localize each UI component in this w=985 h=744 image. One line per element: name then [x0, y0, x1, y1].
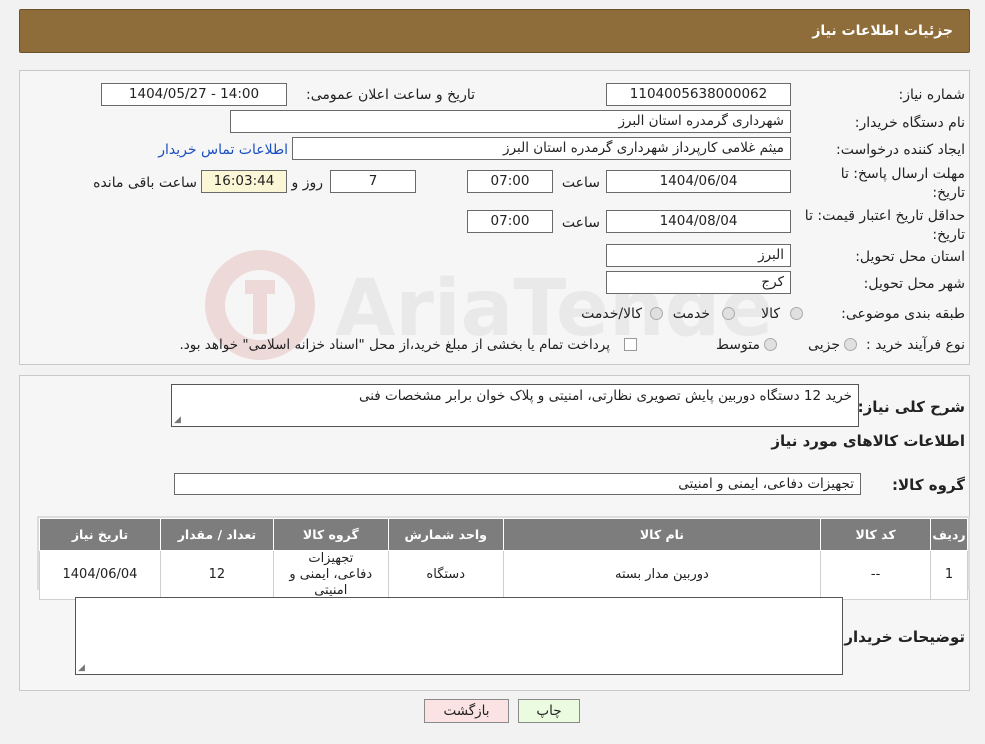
remaining-label: ساعت باقی مانده: [93, 175, 197, 191]
summary-text: خرید 12 دستگاه دوربین پایش تصویری نظارتی…: [358, 388, 852, 404]
validity-label: حداقل تاریخ اعتبار قیمت: تا: [804, 208, 965, 224]
category-both-label: کالا/خدمت: [581, 306, 642, 322]
cell-qty: 12: [159, 550, 274, 600]
treasury-checkbox[interactable]: [624, 338, 637, 351]
table-header-row: ردیف کد کالا نام کالا واحد شمارش گروه کا…: [39, 518, 968, 551]
page-header: جزئیات اطلاعات نیاز: [19, 9, 970, 53]
need-number-label: شماره نیاز:: [898, 87, 966, 103]
back-button[interactable]: بازگشت: [424, 699, 509, 723]
province-label: استان محل تحویل:: [855, 249, 965, 265]
summary-label: شرح کلی نیاز:: [857, 398, 965, 416]
cell-group: تجهیزات دفاعی، ایمنی و امنیتی: [272, 550, 389, 600]
col-code-header: کد کالا: [820, 518, 932, 551]
process-small-label: جزیی: [808, 337, 840, 353]
goods-group-label: گروه کالا:: [892, 476, 965, 494]
col-date-header: تاریخ نیاز: [39, 518, 161, 551]
buyer-notes-label: توضیحات خریدار:: [838, 628, 965, 646]
cell-date: 1404/06/04: [39, 550, 161, 600]
process-label: نوع فرآیند خرید :: [866, 337, 965, 353]
col-unit-header: واحد شمارش: [387, 518, 504, 551]
validity-time-label: ساعت: [561, 215, 600, 231]
goods-table: ردیف کد کالا نام کالا واحد شمارش گروه کا…: [39, 518, 968, 600]
buyer-org-label: نام دستگاه خریدار:: [854, 115, 965, 131]
resize-grip-icon[interactable]: ◢: [174, 415, 181, 425]
need-number-field: 1104005638000062: [606, 83, 791, 106]
creator-label: ایجاد کننده درخواست:: [836, 142, 965, 158]
buyer-notes-textarea: ◢: [75, 597, 843, 675]
days-field: 7: [330, 170, 416, 193]
deadline-time-label: ساعت: [561, 175, 600, 191]
remaining-time-field: 16:03:44: [201, 170, 287, 193]
buyer-org-field: شهرداری گرمدره استان البرز: [230, 110, 791, 133]
creator-field: میثم غلامی کارپرداز شهرداری گرمدره استان…: [292, 137, 791, 160]
deadline-label: مهلت ارسال پاسخ: تا: [840, 166, 965, 182]
validity-time-field: 07:00: [467, 210, 553, 233]
announce-label: تاریخ و ساعت اعلان عمومی:: [306, 87, 475, 103]
buyer-contact-link[interactable]: اطلاعات تماس خریدار: [158, 141, 288, 159]
validity-label-2: تاریخ:: [932, 227, 965, 243]
category-service-radio[interactable]: [722, 307, 735, 320]
category-label: طبقه بندی موضوعی:: [841, 306, 965, 322]
category-goods-radio[interactable]: [790, 307, 803, 320]
category-goods-label: کالا: [761, 306, 780, 322]
category-service-label: خدمت: [672, 306, 710, 322]
page-title: جزئیات اطلاعات نیاز: [812, 23, 953, 39]
city-label: شهر محل تحویل:: [863, 276, 965, 292]
cell-code: --: [820, 550, 932, 600]
province-field: البرز: [606, 244, 791, 267]
cell-name: دوربین مدار بسته: [502, 550, 822, 600]
deadline-time-field: 07:00: [467, 170, 553, 193]
category-both-radio[interactable]: [650, 307, 663, 320]
col-group-header: گروه کالا: [272, 518, 389, 551]
deadline-label-2: تاریخ:: [932, 185, 965, 201]
process-medium-radio[interactable]: [764, 338, 777, 351]
goods-info-title: اطلاعات کالاهای مورد نیاز: [771, 432, 965, 450]
city-field: کرج: [606, 271, 791, 294]
goods-group-field: تجهیزات دفاعی، ایمنی و امنیتی: [174, 473, 861, 495]
cell-row: 1: [930, 550, 968, 600]
print-button[interactable]: چاپ: [518, 699, 580, 723]
process-medium-label: متوسط: [716, 337, 760, 353]
table-row: 1 -- دوربین مدار بسته دستگاه تجهیزات دفا…: [39, 550, 968, 600]
col-row-header: ردیف: [930, 518, 968, 551]
col-qty-header: تعداد / مقدار: [159, 518, 274, 551]
col-name-header: نام کالا: [502, 518, 822, 551]
process-small-radio[interactable]: [844, 338, 857, 351]
resize-grip-icon[interactable]: ◢: [78, 663, 85, 673]
process-note: پرداخت تمام یا بخشی از مبلغ خرید،از محل …: [179, 337, 610, 353]
summary-textarea: خرید 12 دستگاه دوربین پایش تصویری نظارتی…: [171, 384, 859, 427]
announce-field: 1404/05/27 - 14:00: [101, 83, 287, 106]
days-label: روز و: [291, 175, 324, 191]
validity-date-field: 1404/08/04: [606, 210, 791, 233]
deadline-date-field: 1404/06/04: [606, 170, 791, 193]
cell-unit: دستگاه: [387, 550, 504, 600]
